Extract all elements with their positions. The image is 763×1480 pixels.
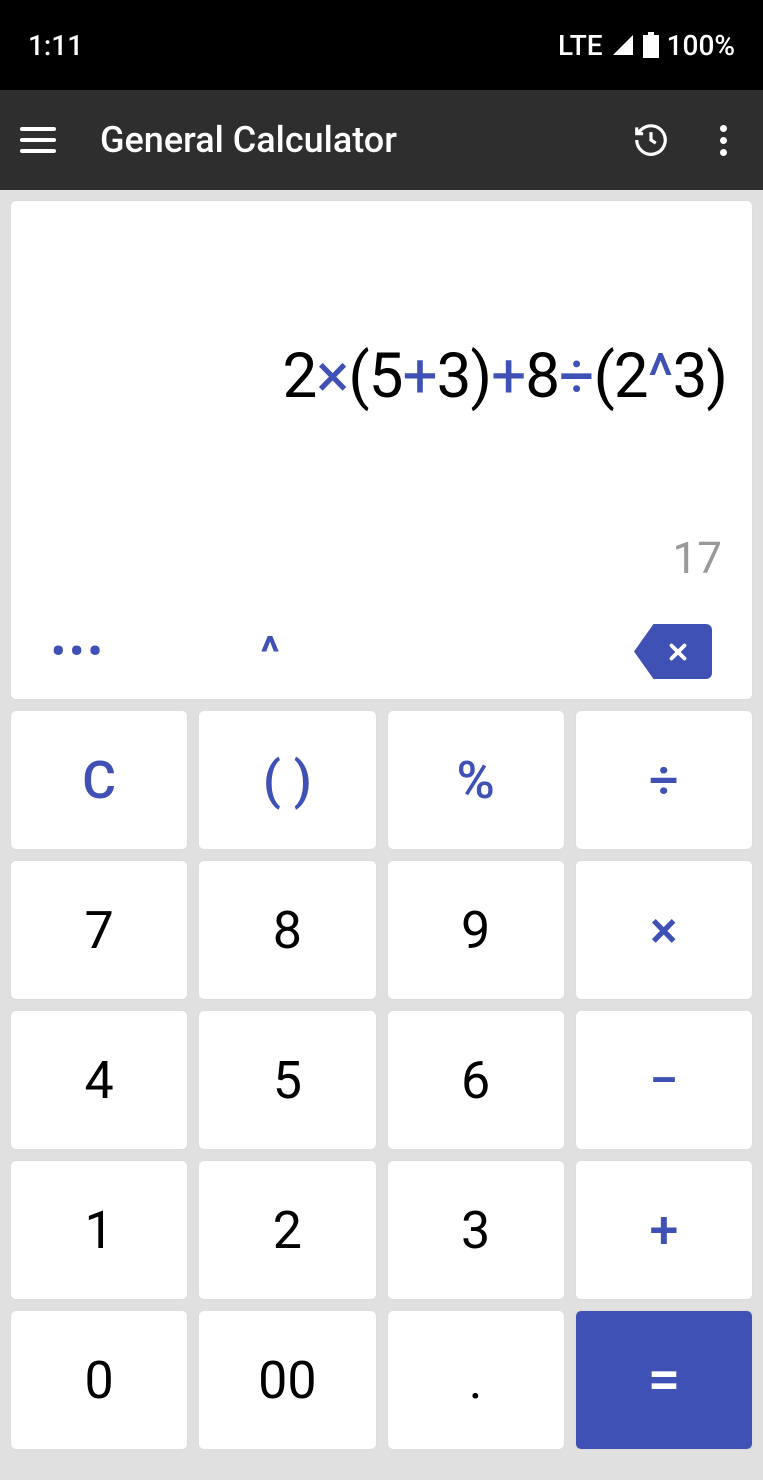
- parens-button[interactable]: ( ): [198, 710, 376, 850]
- key-4[interactable]: 4: [10, 1010, 188, 1150]
- key-5[interactable]: 5: [198, 1010, 376, 1150]
- key-9[interactable]: 9: [387, 860, 565, 1000]
- divide-button[interactable]: ÷: [575, 710, 753, 850]
- key-00[interactable]: 00: [198, 1310, 376, 1450]
- minus-button[interactable]: −: [575, 1010, 753, 1150]
- status-right: LTE 100%: [558, 29, 735, 62]
- clear-button[interactable]: C: [10, 710, 188, 850]
- percent-button[interactable]: %: [387, 710, 565, 850]
- close-icon: [665, 639, 691, 665]
- plus-button[interactable]: +: [575, 1160, 753, 1300]
- key-7[interactable]: 7: [10, 860, 188, 1000]
- display-actions: ••• ^: [31, 614, 732, 679]
- expression[interactable]: 2×(5+3)+8÷(2^3): [31, 221, 732, 532]
- key-2[interactable]: 2: [198, 1160, 376, 1300]
- app-title: General Calculator: [100, 119, 629, 161]
- more-options-icon[interactable]: •••: [51, 628, 106, 675]
- equals-button[interactable]: =: [575, 1310, 753, 1450]
- multiply-button[interactable]: ×: [575, 860, 753, 1000]
- signal-icon: [611, 33, 635, 57]
- result: 17: [31, 532, 732, 614]
- more-icon[interactable]: [703, 120, 743, 160]
- battery-percent: 100%: [667, 29, 735, 62]
- network-label: LTE: [558, 29, 603, 62]
- key-3[interactable]: 3: [387, 1160, 565, 1300]
- status-time: 1:11: [28, 29, 83, 62]
- hamburger-icon[interactable]: [20, 120, 60, 160]
- key-8[interactable]: 8: [198, 860, 376, 1000]
- battery-icon: [643, 32, 659, 58]
- backspace-button[interactable]: [634, 624, 712, 679]
- display-area: 2×(5+3)+8÷(2^3) 17 ••• ^: [10, 200, 753, 700]
- caret-button[interactable]: ^: [260, 626, 279, 678]
- key-6[interactable]: 6: [387, 1010, 565, 1150]
- keypad: C ( ) % ÷ 7 8 9 × 4 5 6 − 1 2 3 + 0 00 .…: [0, 710, 763, 1460]
- status-bar: 1:11 LTE 100%: [0, 0, 763, 90]
- key-1[interactable]: 1: [10, 1160, 188, 1300]
- app-bar: General Calculator: [0, 90, 763, 190]
- key-dot[interactable]: .: [387, 1310, 565, 1450]
- history-icon[interactable]: [629, 118, 673, 162]
- key-0[interactable]: 0: [10, 1310, 188, 1450]
